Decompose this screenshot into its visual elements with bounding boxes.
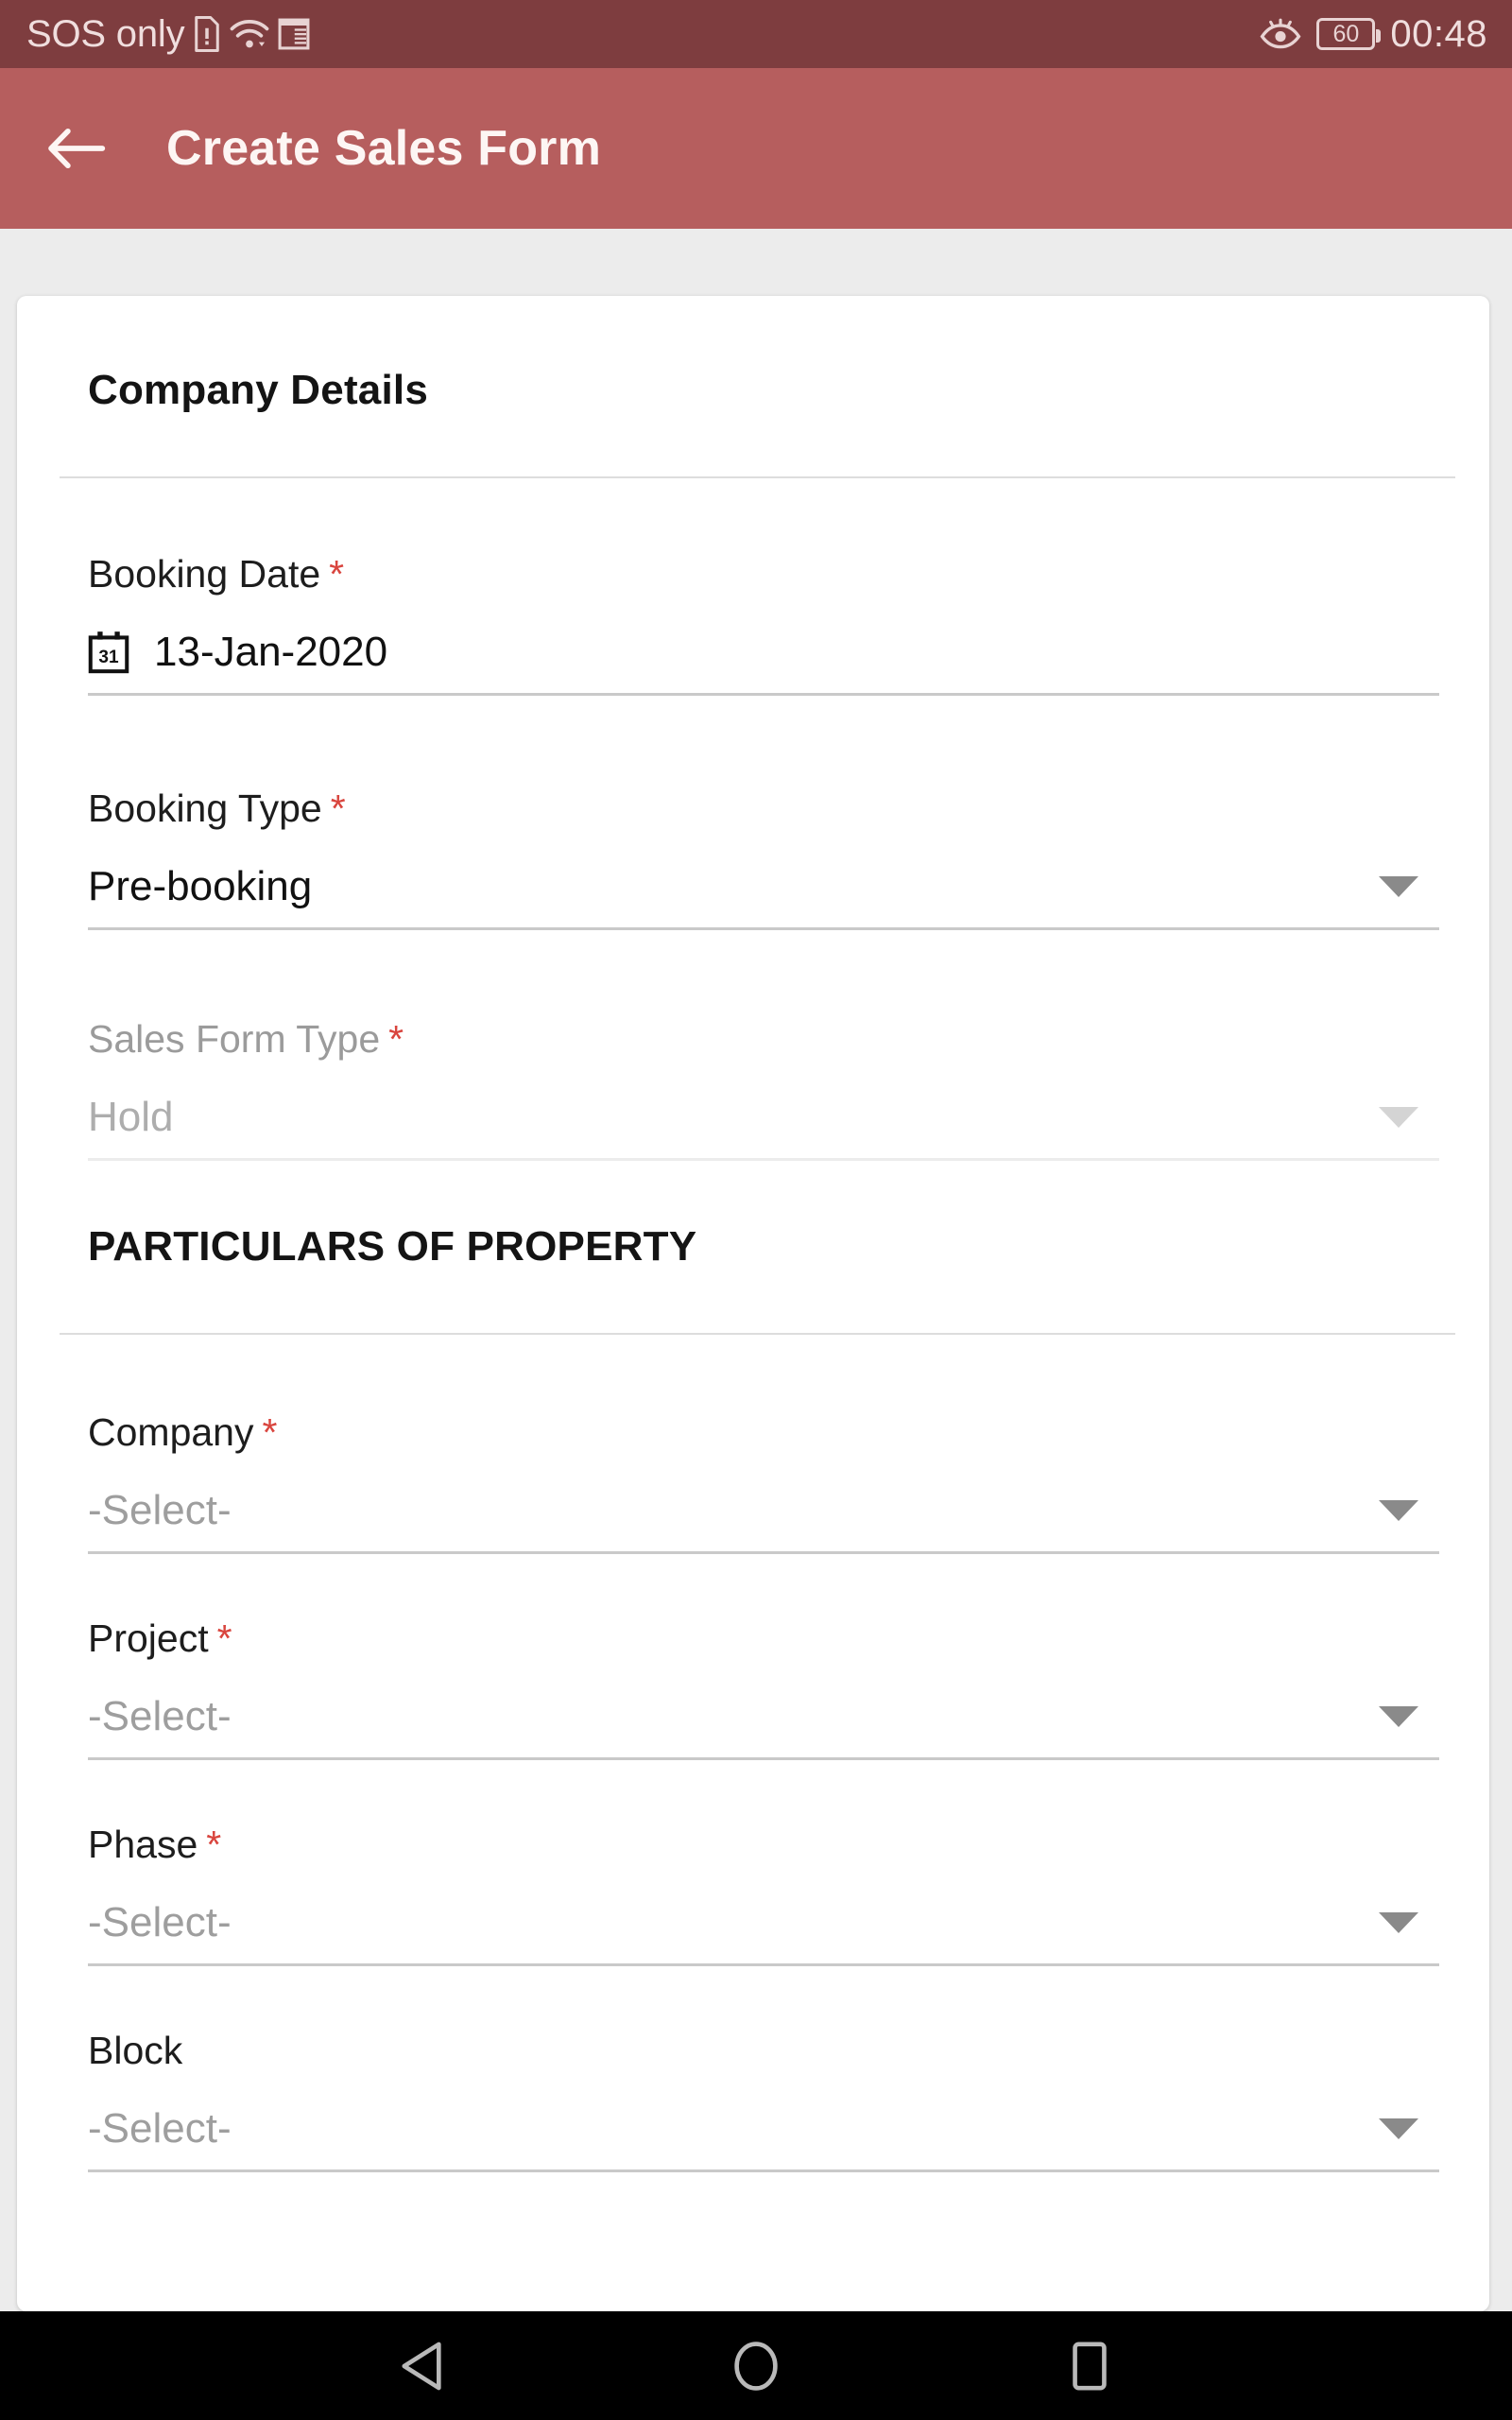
back-triangle-icon xyxy=(402,2342,441,2390)
field-label-text: Phase xyxy=(88,1823,198,1866)
field-label-block: Block xyxy=(88,2029,1489,2073)
field-phase: Phase * -Select- xyxy=(17,1823,1489,1966)
chevron-down-icon[interactable] xyxy=(1379,876,1418,897)
booking-type-dropdown[interactable]: Pre-booking xyxy=(88,846,1439,927)
home-circle-icon xyxy=(734,2341,778,2391)
wifi-icon xyxy=(230,20,269,48)
section-divider xyxy=(60,476,1455,478)
eye-comfort-icon xyxy=(1260,18,1301,49)
company-value: -Select- xyxy=(88,1487,232,1533)
field-label-phase: Phase * xyxy=(88,1823,1489,1867)
block-value: -Select- xyxy=(88,2105,232,2152)
field-label-project: Project * xyxy=(88,1616,1489,1661)
chevron-down-icon xyxy=(1379,1107,1418,1128)
company-underline xyxy=(88,1551,1439,1554)
status-bar-right: 60 00:48 xyxy=(1260,15,1487,53)
field-label-text: Project xyxy=(88,1616,209,1660)
sd-card-icon xyxy=(278,18,310,50)
section-title-particulars-of-property: PARTICULARS OF PROPERTY xyxy=(88,1223,697,1270)
project-value: -Select- xyxy=(88,1693,232,1739)
phase-underline xyxy=(88,1963,1439,1966)
required-asterisk: * xyxy=(330,786,346,830)
status-bar: SOS only 60 00:48 xyxy=(0,0,1512,68)
required-asterisk: * xyxy=(262,1410,278,1454)
field-project: Project * -Select- xyxy=(17,1616,1489,1760)
required-asterisk: * xyxy=(206,1823,222,1866)
recents-square-icon xyxy=(1073,2342,1108,2390)
arrow-left-icon xyxy=(48,128,106,169)
phone-screen: SOS only 60 00:48 Create Sales Form Comp… xyxy=(0,0,1512,2420)
form-card: Company Details Booking Date * 31 13-Jan-… xyxy=(17,296,1489,2311)
clock-label: 00:48 xyxy=(1390,13,1487,55)
field-block: Block -Select- xyxy=(17,2029,1489,2172)
booking-date-value: 13-Jan-2020 xyxy=(154,629,388,675)
block-dropdown[interactable]: -Select- xyxy=(88,2088,1439,2169)
section-divider xyxy=(60,1333,1455,1335)
sales-form-type-value: Hold xyxy=(88,1094,174,1140)
chevron-down-icon[interactable] xyxy=(1379,1706,1418,1727)
booking-date-underline xyxy=(88,693,1439,696)
booking-type-underline xyxy=(88,927,1439,930)
nav-recents-button[interactable] xyxy=(1038,2314,1142,2418)
nav-home-button[interactable] xyxy=(704,2314,808,2418)
field-label-text: Booking Type xyxy=(88,786,322,830)
field-label-sales-form-type: Sales Form Type * xyxy=(88,1017,1489,1062)
chevron-down-icon[interactable] xyxy=(1379,2118,1418,2139)
field-label-text: Sales Form Type xyxy=(88,1017,381,1061)
svg-text:31: 31 xyxy=(98,648,119,667)
calendar-icon[interactable]: 31 xyxy=(88,631,129,674)
project-dropdown[interactable]: -Select- xyxy=(88,1676,1439,1757)
field-booking-date: Booking Date * 31 13-Jan-2020 xyxy=(17,552,1489,696)
page-title: Create Sales Form xyxy=(166,121,602,176)
field-label-text: Booking Date xyxy=(88,552,321,596)
required-asterisk: * xyxy=(329,552,345,596)
project-underline xyxy=(88,1757,1439,1760)
android-navigation-bar xyxy=(0,2311,1512,2420)
field-label-company: Company * xyxy=(88,1410,1489,1455)
required-asterisk: * xyxy=(388,1017,404,1061)
back-button[interactable] xyxy=(36,108,117,189)
field-company: Company * -Select- xyxy=(17,1410,1489,1554)
section-title-company-details: Company Details xyxy=(88,367,428,413)
booking-date-input[interactable]: 31 13-Jan-2020 xyxy=(88,612,1439,693)
field-sales-form-type: Sales Form Type * Hold xyxy=(17,1017,1489,1161)
phase-value: -Select- xyxy=(88,1899,232,1945)
sim-alert-icon xyxy=(195,16,220,52)
carrier-label: SOS only xyxy=(26,13,185,55)
nav-back-button[interactable] xyxy=(370,2314,474,2418)
field-label-text: Company xyxy=(88,1410,254,1454)
field-label-booking-date: Booking Date * xyxy=(88,552,1489,596)
field-label-text: Block xyxy=(88,2029,183,2072)
field-label-booking-type: Booking Type * xyxy=(88,786,1489,831)
chevron-down-icon[interactable] xyxy=(1379,1912,1418,1933)
status-bar-left: SOS only xyxy=(26,15,310,53)
battery-icon: 60 xyxy=(1316,18,1382,50)
company-dropdown[interactable]: -Select- xyxy=(88,1470,1439,1551)
required-asterisk: * xyxy=(216,1616,232,1660)
phase-dropdown[interactable]: -Select- xyxy=(88,1882,1439,1963)
sales-form-type-dropdown: Hold xyxy=(88,1077,1439,1158)
app-bar: Create Sales Form xyxy=(0,68,1512,229)
booking-type-value: Pre-booking xyxy=(88,863,313,909)
field-booking-type: Booking Type * Pre-booking xyxy=(17,786,1489,930)
block-underline xyxy=(88,2169,1439,2172)
chevron-down-icon[interactable] xyxy=(1379,1500,1418,1521)
battery-level-label: 60 xyxy=(1332,20,1360,47)
